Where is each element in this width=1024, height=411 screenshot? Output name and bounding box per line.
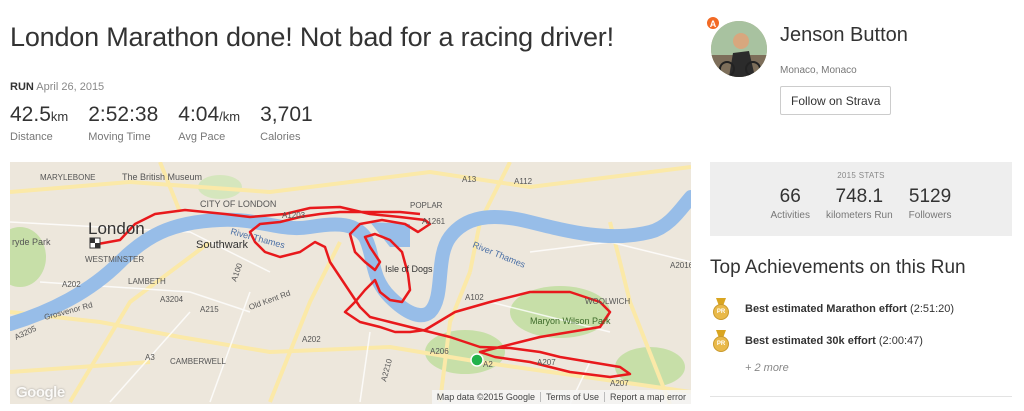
year-stat-followers: 5129 Followers — [909, 186, 952, 221]
stat-label: Distance — [10, 131, 53, 143]
map-label-road-a13: A13 — [462, 175, 477, 184]
divider — [710, 396, 1012, 397]
stat-value: 3,701 — [260, 103, 313, 126]
activity-stats: 42.5km Distance 2:52:38 Moving Time 4:04… — [10, 103, 333, 143]
follow-button[interactable]: Follow on Strava — [780, 86, 892, 115]
achievement-item: PR Best estimated 30k effort (2:00:47) — [712, 330, 923, 352]
year-stat-label: Activities — [770, 210, 810, 221]
map-label-road-a2016: A2016 — [670, 261, 691, 270]
year-stat-kilometers: 748.1 kilometers Run — [826, 186, 893, 221]
map-label-road-a206: A206 — [430, 347, 449, 356]
pr-medal-icon: PR — [712, 330, 730, 352]
map-label-road-a112: A112 — [514, 177, 533, 186]
stat-value: 2:52:38 — [88, 103, 159, 126]
athlete-location: Monaco, Monaco — [780, 65, 857, 76]
map-label-poplar: POPLAR — [410, 201, 443, 210]
route-map[interactable]: MARYLEBONE The British Museum CITY OF LO… — [10, 162, 691, 404]
map-land — [10, 162, 691, 404]
stat-value: 4:04 — [178, 103, 220, 126]
pr-medal-icon: PR — [712, 298, 730, 320]
stat-unit: km — [50, 109, 69, 124]
avatar-image — [711, 21, 767, 77]
map-label-city-of-london: CITY OF LONDON — [200, 199, 276, 209]
map-label-london: London — [88, 219, 145, 238]
map-label-road-a3: A3 — [145, 353, 155, 362]
stat-label: Calories — [260, 131, 301, 143]
terms-of-use-link[interactable]: Terms of Use — [541, 392, 604, 402]
stat-unit: /km — [219, 109, 241, 124]
stat-avg-pace: 4:04/km Avg Pace — [178, 103, 240, 143]
route-map-canvas[interactable]: MARYLEBONE The British Museum CITY OF LO… — [10, 162, 691, 404]
map-label-hyde-park: ryde Park — [12, 237, 51, 247]
map-label-road-a215: A215 — [200, 305, 219, 314]
map-footer: Map data ©2015 Google Terms of Use Repor… — [431, 390, 691, 404]
achievement-time: (2:51:20) — [910, 303, 955, 315]
stat-calories: 3,701 Calories — [260, 103, 313, 143]
map-label-road-a3204: A3204 — [160, 295, 184, 304]
stat-label: Moving Time — [88, 131, 151, 143]
map-label-road-a1261: A1261 — [422, 217, 446, 226]
map-label-marylebone: MARYLEBONE — [40, 173, 95, 182]
map-label-camberwell: CAMBERWELL — [170, 357, 226, 366]
map-label-maryon-wilson-park: Maryon Wilson Park — [530, 316, 611, 326]
avatar[interactable] — [711, 21, 767, 77]
map-label-lambeth: LAMBETH — [128, 277, 166, 286]
map-data-attribution: Map data ©2015 Google — [436, 392, 535, 402]
stat-moving-time: 2:52:38 Moving Time — [88, 103, 158, 143]
map-label-british-museum: The British Museum — [122, 172, 202, 182]
stat-distance: 42.5km Distance — [10, 103, 68, 143]
activity-date: April 26, 2015 — [36, 81, 105, 93]
map-label-road-a2: A2 — [483, 360, 493, 369]
achievement-name: Best estimated Marathon effort — [745, 303, 907, 315]
map-label-southwark: Southwark — [196, 239, 248, 251]
activity-type: RUN — [10, 81, 34, 93]
year-stat-label: kilometers Run — [825, 210, 893, 221]
year-stat-value: 66 — [779, 186, 801, 207]
achievement-name: Best estimated 30k effort — [745, 335, 876, 347]
finish-marker — [89, 237, 101, 249]
map-label-road-a207: A207 — [610, 379, 629, 388]
year-stat-activities: 66 Activities — [771, 186, 810, 221]
map-label-road-a1203: A1203 — [282, 211, 306, 220]
activity-title: London Marathon done! Not bad for a raci… — [10, 22, 614, 52]
map-label-isle-of-dogs: Isle of Dogs — [385, 264, 433, 274]
year-stats-title: 2015 STATS — [837, 171, 885, 180]
activity-meta: RUN April 26, 2015 — [10, 81, 104, 93]
google-logo: Google — [16, 384, 65, 401]
athlete-name[interactable]: Jenson Button — [780, 24, 908, 47]
achievement-time: (2:00:47) — [878, 335, 923, 347]
map-label-westminster: WESTMINSTER — [85, 255, 144, 264]
achievement-item: PR Best estimated Marathon effort (2:51:… — [712, 298, 954, 320]
stat-value: 42.5 — [10, 103, 51, 126]
stat-label: Avg Pace — [178, 131, 226, 143]
year-stat-value: 5129 — [908, 186, 952, 207]
athlete-badge-icon: A — [706, 16, 720, 30]
map-label-woolwich: WOOLWICH — [585, 297, 630, 306]
year-stats-panel: 2015 STATS 66 Activities 748.1 kilometer… — [710, 162, 1012, 236]
start-marker — [470, 353, 484, 367]
year-stat-value: 748.1 — [835, 186, 884, 207]
map-label-road-a202: A202 — [302, 335, 321, 344]
more-achievements-link[interactable]: + 2 more — [745, 362, 789, 374]
year-stat-label: Followers — [908, 210, 952, 221]
map-label-road-a202: A202 — [62, 280, 81, 289]
map-label-road-a207: A207 — [537, 358, 556, 367]
map-label-road-a102: A102 — [465, 293, 484, 302]
achievements-title: Top Achievements on this Run — [710, 257, 966, 278]
report-map-error-link[interactable]: Report a map error — [605, 392, 691, 402]
